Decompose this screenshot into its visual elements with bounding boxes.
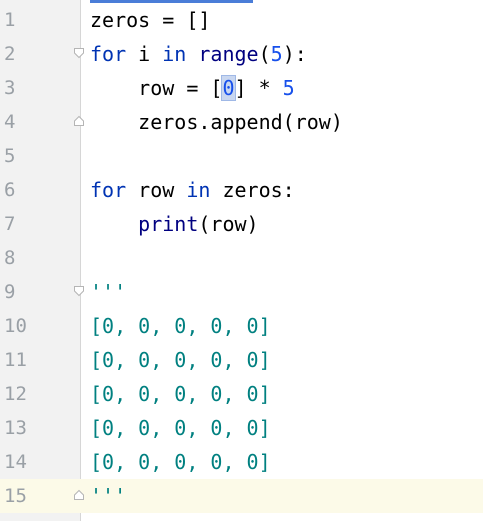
code-line[interactable]: 13 [0, 0, 0, 0, 0] (0, 411, 483, 445)
code-token: for (90, 42, 127, 66)
line-number-label: 4 (4, 111, 16, 133)
code-token: ): (282, 42, 307, 66)
line-number: 8 (0, 241, 80, 275)
code-text: row = [0] * 5 (90, 71, 295, 105)
code-text: [0, 0, 0, 0, 0] (90, 377, 271, 411)
line-number-label: 14 (4, 451, 27, 473)
line-number: 9 (0, 275, 80, 309)
code-token: ] * (234, 76, 283, 100)
fold-open-icon[interactable] (73, 285, 85, 297)
code-line[interactable]: 1 zeros = [] (0, 3, 483, 37)
code-text: for i in range(5): (90, 37, 307, 71)
line-number: 2 (0, 37, 80, 71)
line-number: 13 (0, 411, 80, 445)
code-token: 0 (221, 75, 236, 101)
code-line[interactable]: 3 row = [0] * 5 (0, 71, 483, 105)
line-number-label: 5 (4, 145, 16, 167)
line-number: 11 (0, 343, 80, 377)
line-number: 1 (0, 3, 80, 37)
line-number: 15 (0, 479, 80, 513)
line-number-label: 13 (4, 417, 27, 439)
code-token: in (162, 42, 187, 66)
code-text: [0, 0, 0, 0, 0] (90, 309, 271, 343)
code-line[interactable]: 2 for i in range(5): (0, 37, 483, 71)
code-token: row (126, 178, 187, 202)
code-text: print(row) (90, 207, 259, 241)
line-number-label: 6 (4, 179, 16, 201)
code-editor[interactable]: 1 zeros = [] 2 for i in range(5): 3 row = [0… (0, 0, 483, 521)
line-number-label: 11 (4, 349, 27, 371)
code-text: ''' (90, 479, 126, 513)
code-token: [0, 0, 0, 0, 0] (90, 416, 271, 440)
code-text: zeros.append(row) (90, 105, 343, 139)
code-line[interactable]: 14 [0, 0, 0, 0, 0] (0, 445, 483, 479)
code-text: [0, 0, 0, 0, 0] (90, 343, 271, 377)
code-text: [0, 0, 0, 0, 0] (90, 445, 271, 479)
code-line[interactable]: 10 [0, 0, 0, 0, 0] (0, 309, 483, 343)
code-text: [0, 0, 0, 0, 0] (90, 411, 271, 445)
code-token: ''' (90, 280, 127, 304)
code-token: ''' (90, 484, 127, 508)
fold-close-icon[interactable] (73, 489, 85, 501)
line-number-label: 7 (4, 213, 16, 235)
code-token: row = [ (90, 76, 223, 100)
line-number-label: 10 (4, 315, 27, 337)
code-text: ''' (90, 275, 126, 309)
line-number: 7 (0, 207, 80, 241)
code-text: for row in zeros: (90, 173, 295, 207)
code-token: in (186, 178, 211, 202)
line-number: 6 (0, 173, 80, 207)
fold-close-icon[interactable] (73, 115, 85, 127)
line-number: 5 (0, 139, 80, 173)
code-line[interactable]: 7 print(row) (0, 207, 483, 241)
code-token: [0, 0, 0, 0, 0] (90, 382, 271, 406)
fold-open-icon[interactable] (73, 47, 85, 59)
line-number: 3 (0, 71, 80, 105)
line-number-label: 9 (4, 281, 16, 303)
line-number-label: 8 (4, 247, 16, 269)
line-number: 14 (0, 445, 80, 479)
code-token: i (126, 42, 163, 66)
code-line[interactable]: 15 ''' (0, 479, 483, 513)
line-number: 12 (0, 377, 80, 411)
code-token: [0, 0, 0, 0, 0] (90, 314, 271, 338)
line-number-label: 3 (4, 77, 16, 99)
line-number-label: 12 (4, 383, 27, 405)
code-token: [0, 0, 0, 0, 0] (90, 348, 271, 372)
code-token: for (90, 178, 127, 202)
code-text: zeros = [] (90, 3, 210, 37)
code-line[interactable]: 8 (0, 241, 483, 275)
code-token: zeros: (210, 178, 295, 202)
code-token: zeros.append(row) (90, 110, 343, 134)
code-line[interactable]: 9 ''' (0, 275, 483, 309)
line-number-label: 15 (4, 485, 27, 507)
code-token: ( (258, 42, 271, 66)
code-line[interactable]: 4 zeros.append(row) (0, 105, 483, 139)
code-line[interactable]: 12 [0, 0, 0, 0, 0] (0, 377, 483, 411)
code-token: 5 (282, 76, 295, 100)
line-number: 4 (0, 105, 80, 139)
code-line[interactable]: 5 (0, 139, 483, 173)
code-line[interactable]: 6 for row in zeros: (0, 173, 483, 207)
line-number: 10 (0, 309, 80, 343)
code-token: print (138, 212, 199, 236)
code-line[interactable]: 11 [0, 0, 0, 0, 0] (0, 343, 483, 377)
code-token: [0, 0, 0, 0, 0] (90, 450, 271, 474)
line-number-label: 2 (4, 43, 16, 65)
code-token: range (198, 42, 259, 66)
code-token: 5 (270, 42, 283, 66)
line-number-label: 1 (4, 9, 16, 31)
code-token: zeros = [] (90, 8, 211, 32)
code-token: (row) (198, 212, 259, 236)
